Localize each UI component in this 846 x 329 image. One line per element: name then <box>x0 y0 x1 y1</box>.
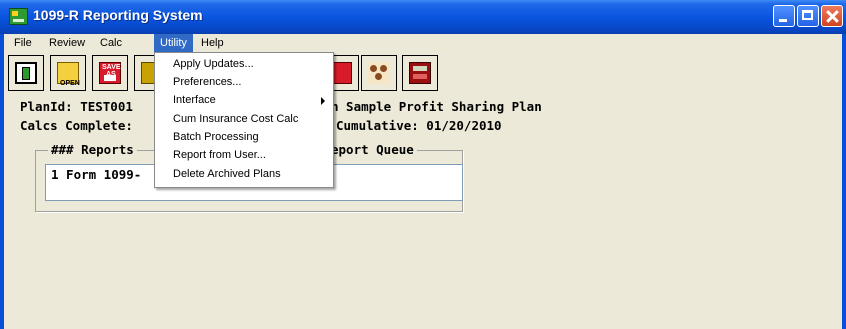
menu-review[interactable]: Review <box>43 34 91 53</box>
menu-interface[interactable]: Interface <box>155 92 333 110</box>
minimize-button[interactable] <box>773 5 795 27</box>
save-caption-bottom: AS <box>106 71 116 78</box>
menu-cum-insurance-cost-calc[interactable]: Cum Insurance Cost Calc <box>155 111 333 129</box>
exit-button[interactable] <box>8 55 44 91</box>
menu-calc[interactable]: Calc <box>94 34 128 53</box>
people-button[interactable] <box>361 55 397 91</box>
menu-apply-updates[interactable]: Apply Updates... <box>155 56 333 74</box>
plan-id-text: PlanId: TEST001 <box>20 99 133 114</box>
cumulative-text: Cumulative: 01/20/2010 <box>336 118 502 133</box>
title-bar[interactable]: 1099-R Reporting System <box>0 0 846 34</box>
calculator-icon <box>409 62 431 84</box>
utility-dropdown-menu: Apply Updates... Preferences... Interfac… <box>154 52 334 188</box>
plan-name-text: n Sample Profit Sharing Plan <box>331 99 542 114</box>
calculator-button[interactable] <box>402 55 438 91</box>
menu-preferences[interactable]: Preferences... <box>155 74 333 92</box>
save-caption-top: SAVE <box>102 64 121 71</box>
app-icon <box>9 8 28 25</box>
submenu-arrow-icon <box>321 97 325 105</box>
menu-help[interactable]: Help <box>195 34 230 53</box>
menu-interface-label: Interface <box>173 94 216 106</box>
open-button[interactable]: OPEN <box>50 55 86 91</box>
menu-report-from-user[interactable]: Report from User... <box>155 147 333 165</box>
save-as-button[interactable]: SAVE AS <box>92 55 128 91</box>
exit-icon <box>15 62 37 84</box>
list-item[interactable]: 1 Form 1099- <box>51 167 141 182</box>
menu-batch-processing[interactable]: Batch Processing <box>155 129 333 147</box>
client-area: File Review Calc Utility Help OPEN SAVE … <box>4 34 842 329</box>
report-queue-group-label: eport Queue <box>328 143 417 157</box>
menu-utility[interactable]: Utility <box>154 34 193 53</box>
app-window: 1099-R Reporting System File Review Calc… <box>0 0 846 329</box>
calcs-complete-text: Calcs Complete: <box>20 118 133 133</box>
maximize-button[interactable] <box>797 5 819 27</box>
close-button[interactable] <box>821 5 843 27</box>
menu-delete-archived-plans[interactable]: Delete Archived Plans <box>155 166 333 184</box>
toolbar: OPEN SAVE AS <box>4 55 842 97</box>
window-title: 1099-R Reporting System <box>33 7 203 23</box>
menu-bar: File Review Calc Utility Help <box>4 34 842 53</box>
people-icon <box>368 62 390 84</box>
menu-file[interactable]: File <box>8 34 38 53</box>
open-caption: OPEN <box>60 80 80 87</box>
reports-group-label: ### Reports <box>48 143 137 157</box>
